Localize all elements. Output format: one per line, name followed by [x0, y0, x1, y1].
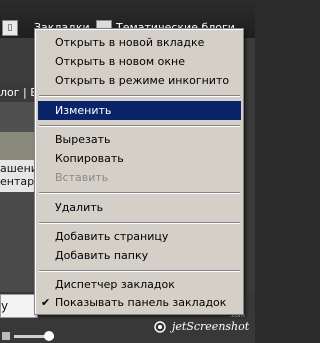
slider-knob[interactable] [44, 331, 54, 341]
speaker-icon [2, 332, 10, 340]
menu-item-add-page[interactable]: Добавить страницу [38, 227, 241, 246]
menu-item-bookmark-manager[interactable]: Диспетчер закладок [38, 275, 241, 294]
menu-item-open-new-window[interactable]: Открыть в новом окне [38, 52, 241, 71]
menu-item-open-new-tab[interactable]: Открыть в новой вкладке [38, 33, 241, 52]
menu-item-show-bookmarks-bar[interactable]: ✔ Показывать панель закладок [38, 293, 241, 312]
menu-item-edit[interactable]: Изменить [38, 101, 241, 120]
menu-item-delete[interactable]: Удалить [38, 198, 241, 217]
menu-item-open-incognito[interactable]: Открыть в режиме инкогнито [38, 71, 241, 90]
menu-separator [39, 95, 240, 97]
menu-separator [39, 270, 240, 272]
menu-separator [39, 125, 240, 127]
menu-item-add-folder[interactable]: Добавить папку [38, 246, 241, 265]
menu-separator [39, 222, 240, 224]
menu-separator [39, 192, 240, 194]
bookmark-icon: ▯ [2, 20, 18, 36]
bookmark-context-menu: Открыть в новой вкладке Открыть в новом … [34, 28, 244, 315]
volume-slider[interactable] [0, 330, 56, 343]
footer-input[interactable]: у [0, 294, 38, 318]
text-fragment: ашени [0, 162, 38, 175]
menu-item-paste[interactable]: Вставить [38, 168, 241, 187]
checkmark-icon: ✔ [41, 296, 51, 309]
watermark-text: jetScreenshot [172, 320, 250, 333]
menu-item-copy[interactable]: Копировать [38, 149, 241, 168]
menu-item-label: Показывать панель закладок [55, 296, 227, 309]
camera-logo-icon [154, 321, 166, 333]
menu-item-cut[interactable]: Вырезать [38, 130, 241, 149]
watermark: jetScreenshot .com [150, 312, 249, 338]
